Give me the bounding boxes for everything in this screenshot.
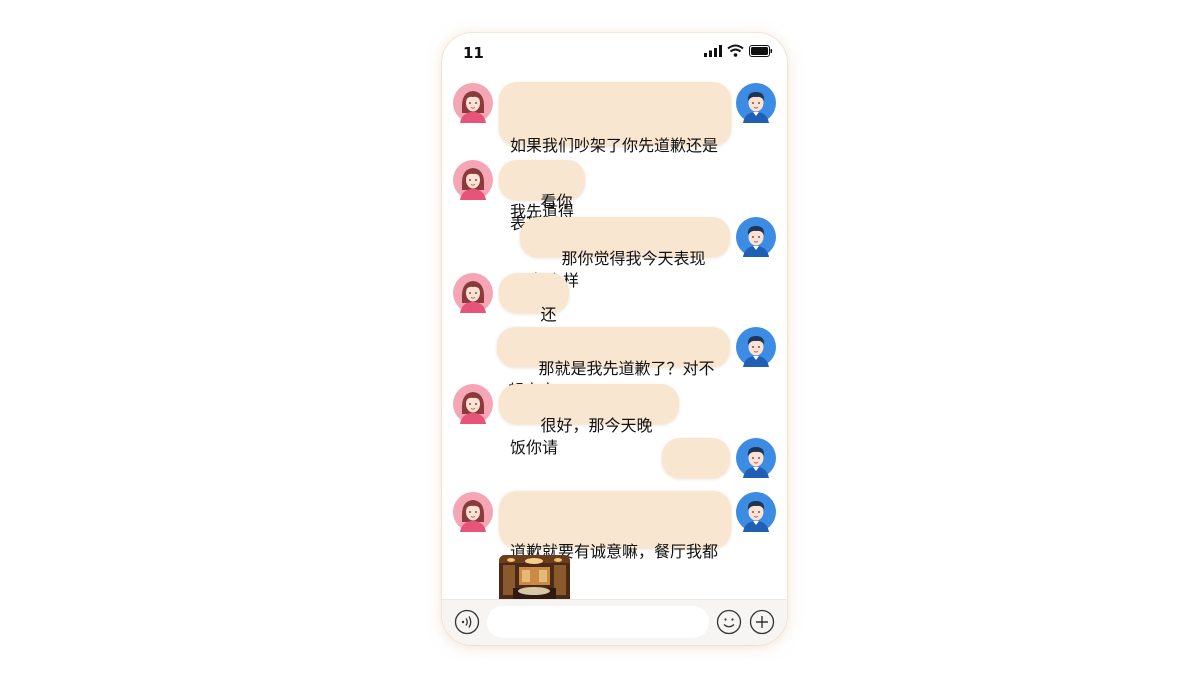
message-text-line: 如果我们吵架了你先道歉还是 [510, 136, 719, 155]
male-avatar[interactable] [736, 217, 776, 257]
message-bubble[interactable]: 那就是我先道歉了？对不起宝宝 [497, 327, 730, 400]
emoji-icon[interactable] [716, 609, 742, 635]
female-avatar[interactable] [453, 492, 493, 532]
chat-area[interactable]: 如果我们吵架了你先道歉还是 我先道得 看你表现 那你觉得我今天表 [442, 33, 787, 645]
plus-icon[interactable] [749, 609, 775, 635]
message-bubble[interactable]: 如果我们吵架了你先道歉还是 我先道得 [499, 82, 731, 221]
male-avatar[interactable] [736, 83, 776, 123]
message-text: 很好，那今天晚饭你请 [510, 416, 653, 457]
message-bubble[interactable]: 很好，那今天晚饭你请 [499, 384, 679, 457]
restaurant-image [499, 555, 570, 600]
input-bar [442, 599, 787, 645]
female-avatar[interactable] [453, 83, 493, 123]
male-avatar[interactable] [736, 492, 776, 532]
male-avatar[interactable] [736, 327, 776, 367]
phone-frame: 11 如果我们吵架了你先道歉还是 看你表 那你觉得我今天表现 样 还 那就是我先… [442, 33, 787, 645]
message-bubble[interactable]: 那你觉得我今天表现怎么样 [520, 217, 730, 290]
message-bubble[interactable]: 还行吧 [499, 273, 569, 346]
message-bubble[interactable]: 道歉就要有诚意嘛，餐厅我都看 好了 [499, 491, 731, 645]
restaurant-photo[interactable] [499, 555, 570, 600]
voice-icon[interactable] [454, 609, 480, 635]
female-avatar[interactable] [453, 384, 493, 424]
message-bubble[interactable]: ？？？ [662, 438, 730, 511]
message-bubble[interactable]: 看你表现 [499, 160, 585, 233]
female-avatar[interactable] [453, 273, 493, 313]
message-input[interactable] [487, 606, 709, 638]
male-avatar[interactable] [736, 438, 776, 478]
female-avatar[interactable] [453, 160, 493, 200]
